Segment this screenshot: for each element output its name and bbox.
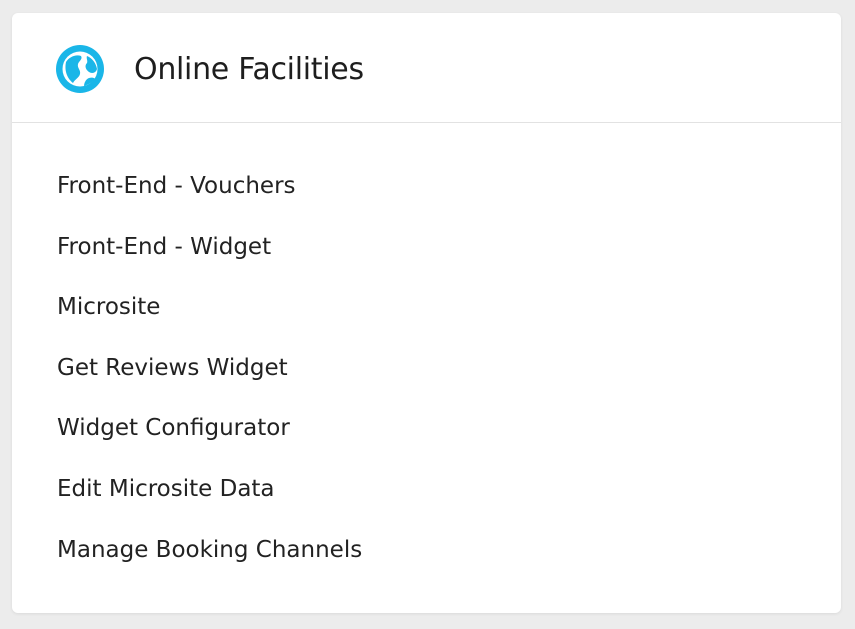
link-front-end-widget[interactable]: Front-End - Widget [57, 227, 362, 288]
link-manage-booking-channels[interactable]: Manage Booking Channels [57, 530, 362, 591]
link-microsite[interactable]: Microsite [57, 287, 362, 348]
link-edit-microsite-data[interactable]: Edit Microsite Data [57, 469, 362, 530]
online-facilities-panel: Online Facilities Front-End - Vouchers F… [12, 13, 841, 613]
facilities-link-list: Front-End - Vouchers Front-End - Widget … [57, 166, 362, 590]
link-get-reviews-widget[interactable]: Get Reviews Widget [57, 348, 362, 409]
panel-header: Online Facilities [12, 13, 841, 123]
link-front-end-vouchers[interactable]: Front-End - Vouchers [57, 166, 362, 227]
globe-icon [56, 45, 104, 93]
panel-title: Online Facilities [134, 52, 364, 87]
link-widget-configurator[interactable]: Widget Configurator [57, 408, 362, 469]
